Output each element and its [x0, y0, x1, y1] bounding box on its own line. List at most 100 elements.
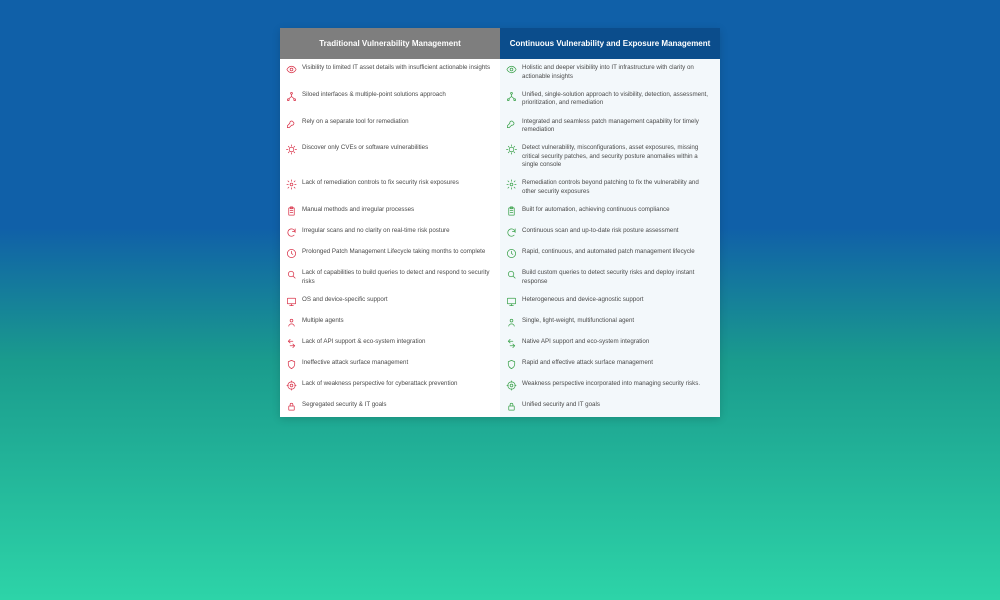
lock-icon — [286, 401, 297, 412]
cell-traditional: Lack of API support & eco-system integra… — [280, 333, 500, 354]
cell-traditional: Prolonged Patch Management Lifecycle tak… — [280, 243, 500, 264]
cell-continuous: Integrated and seamless patch management… — [500, 113, 720, 140]
cell-traditional: Lack of capabilities to build queries to… — [280, 264, 500, 291]
table-body: Visibility to limited IT asset details w… — [280, 59, 720, 417]
shield-icon — [286, 359, 297, 370]
cell-text: Lack of API support & eco-system integra… — [302, 338, 492, 346]
clock-icon — [506, 248, 517, 259]
lock-icon — [506, 401, 517, 412]
cell-traditional: Multiple agents — [280, 312, 500, 333]
cell-traditional: Siloed interfaces & multiple-point solut… — [280, 86, 500, 113]
target-icon — [286, 380, 297, 391]
device-icon — [506, 296, 517, 307]
wrench-icon — [506, 118, 517, 129]
cell-continuous: Built for automation, achieving continuo… — [500, 201, 720, 222]
network-icon — [506, 91, 517, 102]
target-icon — [506, 380, 517, 391]
cell-continuous: Continuous scan and up-to-date risk post… — [500, 222, 720, 243]
cell-traditional: Irregular scans and no clarity on real-t… — [280, 222, 500, 243]
cell-traditional: Ineffective attack surface management — [280, 354, 500, 375]
cell-text: Irregular scans and no clarity on real-t… — [302, 227, 492, 235]
cell-text: Lack of capabilities to build queries to… — [302, 269, 492, 286]
cell-text: Discover only CVEs or software vulnerabi… — [302, 144, 492, 152]
table-row: Lack of capabilities to build queries to… — [280, 264, 720, 291]
shield-icon — [506, 359, 517, 370]
search-icon — [286, 269, 297, 280]
cell-text: OS and device-specific support — [302, 296, 492, 304]
cell-text: Integrated and seamless patch management… — [522, 118, 712, 135]
cell-continuous: Build custom queries to detect security … — [500, 264, 720, 291]
header-traditional: Traditional Vulnerability Management — [280, 28, 500, 59]
agent-icon — [506, 317, 517, 328]
table-row: Irregular scans and no clarity on real-t… — [280, 222, 720, 243]
cell-text: Siloed interfaces & multiple-point solut… — [302, 91, 492, 99]
refresh-icon — [286, 227, 297, 238]
api-icon — [506, 338, 517, 349]
cell-traditional: OS and device-specific support — [280, 291, 500, 312]
gear-icon — [286, 179, 297, 190]
header-continuous: Continuous Vulnerability and Exposure Ma… — [500, 28, 720, 59]
cell-text: Weakness perspective incorporated into m… — [522, 380, 712, 388]
table-row: Siloed interfaces & multiple-point solut… — [280, 86, 720, 113]
cell-continuous: Holistic and deeper visibility into IT i… — [500, 59, 720, 86]
clock-icon — [286, 248, 297, 259]
cell-continuous: Rapid and effective attack surface manag… — [500, 354, 720, 375]
cell-traditional: Visibility to limited IT asset details w… — [280, 59, 500, 86]
cell-continuous: Native API support and eco-system integr… — [500, 333, 720, 354]
table-row: Visibility to limited IT asset details w… — [280, 59, 720, 86]
table-row: Ineffective attack surface management Rap… — [280, 354, 720, 375]
cell-text: Built for automation, achieving continuo… — [522, 206, 712, 214]
cell-text: Single, light-weight, multifunctional ag… — [522, 317, 712, 325]
eye-icon — [506, 64, 517, 75]
device-icon — [286, 296, 297, 307]
bug-icon — [286, 144, 297, 155]
cell-text: Visibility to limited IT asset details w… — [302, 64, 492, 72]
network-icon — [286, 91, 297, 102]
cell-text: Multiple agents — [302, 317, 492, 325]
cell-continuous: Weakness perspective incorporated into m… — [500, 375, 720, 396]
clipboard-icon — [286, 206, 297, 217]
cell-traditional: Lack of remediation controls to fix secu… — [280, 174, 500, 201]
agent-icon — [286, 317, 297, 328]
cell-text: Rely on a separate tool for remediation — [302, 118, 492, 126]
cell-continuous: Remediation controls beyond patching to … — [500, 174, 720, 201]
table-row: Manual methods and irregular processes Bu… — [280, 201, 720, 222]
clipboard-icon — [506, 206, 517, 217]
api-icon — [286, 338, 297, 349]
cell-text: Lack of weakness perspective for cyberat… — [302, 380, 492, 388]
cell-continuous: Heterogeneous and device-agnostic suppor… — [500, 291, 720, 312]
cell-continuous: Detect vulnerability, misconfigurations,… — [500, 139, 720, 174]
table-row: Prolonged Patch Management Lifecycle tak… — [280, 243, 720, 264]
table-header-row: Traditional Vulnerability Management Con… — [280, 28, 720, 59]
cell-continuous: Single, light-weight, multifunctional ag… — [500, 312, 720, 333]
cell-text: Unified security and IT goals — [522, 401, 712, 409]
cell-text: Heterogeneous and device-agnostic suppor… — [522, 296, 712, 304]
cell-text: Remediation controls beyond patching to … — [522, 179, 712, 196]
cell-continuous: Rapid, continuous, and automated patch m… — [500, 243, 720, 264]
cell-text: Segregated security & IT goals — [302, 401, 492, 409]
cell-traditional: Rely on a separate tool for remediation — [280, 113, 500, 140]
cell-text: Rapid, continuous, and automated patch m… — [522, 248, 712, 256]
cell-traditional: Segregated security & IT goals — [280, 396, 500, 417]
bug-icon — [506, 144, 517, 155]
search-icon — [506, 269, 517, 280]
table-row: Lack of remediation controls to fix secu… — [280, 174, 720, 201]
table-row: Discover only CVEs or software vulnerabi… — [280, 139, 720, 174]
cell-traditional: Discover only CVEs or software vulnerabi… — [280, 139, 500, 174]
table-row: Rely on a separate tool for remediation I… — [280, 113, 720, 140]
eye-icon — [286, 64, 297, 75]
table-row: OS and device-specific support Heterogene… — [280, 291, 720, 312]
refresh-icon — [506, 227, 517, 238]
cell-text: Build custom queries to detect security … — [522, 269, 712, 286]
cell-text: Continuous scan and up-to-date risk post… — [522, 227, 712, 235]
wrench-icon — [286, 118, 297, 129]
comparison-table: Traditional Vulnerability Management Con… — [280, 28, 720, 417]
cell-text: Rapid and effective attack surface manag… — [522, 359, 712, 367]
table-row: Multiple agents Single, light-weight, mul… — [280, 312, 720, 333]
cell-text: Manual methods and irregular processes — [302, 206, 492, 214]
cell-text: Native API support and eco-system integr… — [522, 338, 712, 346]
cell-text: Prolonged Patch Management Lifecycle tak… — [302, 248, 492, 256]
table-row: Lack of API support & eco-system integra… — [280, 333, 720, 354]
cell-text: Ineffective attack surface management — [302, 359, 492, 367]
table-row: Lack of weakness perspective for cyberat… — [280, 375, 720, 396]
